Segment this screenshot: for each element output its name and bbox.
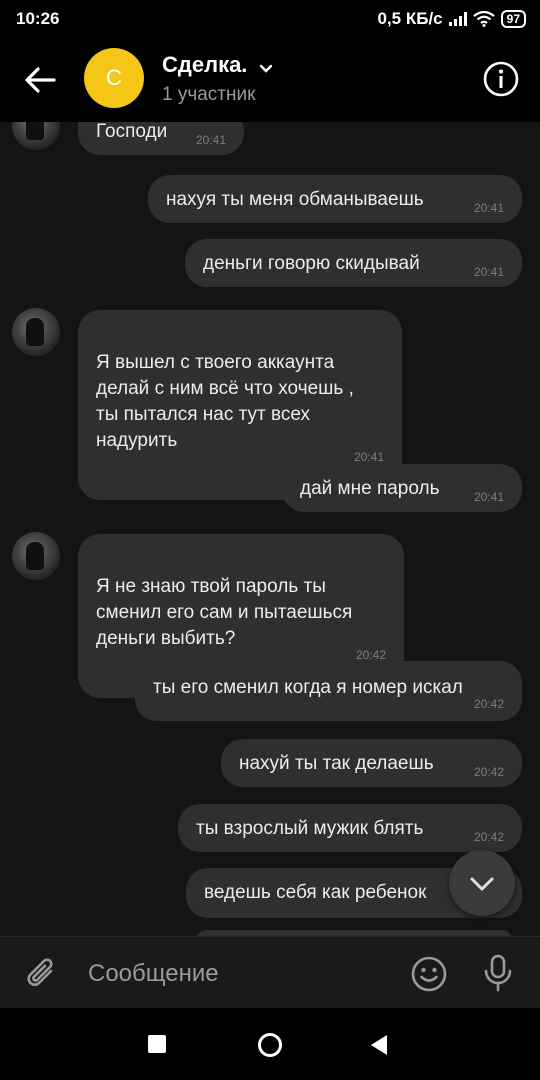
message-text: деньги говорю скидывай	[203, 253, 420, 274]
message-bubble[interactable]: ты его сменил когда я номер искал 20:42	[135, 661, 522, 721]
message-time: 20:42	[473, 830, 504, 844]
scroll-down-button[interactable]	[449, 850, 515, 916]
message-text: Я не знаю твой пароль ты сменил его сам …	[96, 576, 353, 649]
message-time: 20:41	[473, 490, 504, 504]
message-text: ты его сменил когда я номер искал	[153, 677, 463, 698]
chevron-down-icon	[259, 64, 273, 73]
back-triangle-icon[interactable]	[368, 1033, 390, 1057]
microphone-icon[interactable]	[480, 953, 516, 993]
message-time: 20:42	[355, 648, 386, 662]
message-time: 20:41	[473, 201, 504, 215]
message-text: Господи	[96, 122, 168, 142]
recents-icon[interactable]	[148, 1035, 166, 1053]
message-text: Я вышел с твоего аккаунта делай с ним вс…	[96, 352, 354, 451]
message-bubble[interactable]: Господи 20:41	[78, 122, 244, 155]
status-right: 0,5 КБ/с 97	[377, 9, 526, 29]
message-text: дай мне пароль	[300, 478, 440, 499]
sender-avatar[interactable]	[12, 308, 60, 356]
message-time: 20:42	[473, 697, 504, 711]
message-text: ты взрослый мужик блять	[196, 818, 424, 839]
message-time: 20:41	[195, 133, 226, 147]
signal-icon	[448, 12, 467, 26]
chat-avatar[interactable]: С	[84, 48, 144, 108]
composer	[0, 936, 540, 1009]
paperclip-icon[interactable]	[24, 955, 60, 991]
chat-participants: 1 участник	[162, 84, 256, 105]
status-bar: 10:26 0,5 КБ/с 97	[0, 0, 540, 38]
message-list[interactable]: Господи 20:41 нахуя ты меня обманываешь …	[0, 122, 540, 936]
message-bubble[interactable]: дай мне пароль 20:41	[282, 464, 522, 512]
message-bubble[interactable]: деньги говорю скидывай 20:41	[185, 239, 522, 287]
status-time: 10:26	[16, 9, 60, 28]
system-nav-bar	[0, 1008, 540, 1080]
sender-avatar[interactable]	[12, 532, 60, 580]
message-text: нахуй ты так делаешь	[239, 753, 434, 774]
message-bubble[interactable]: ты взрослый мужик блять 20:42	[178, 804, 522, 852]
arrow-left-icon[interactable]	[20, 60, 60, 100]
chevron-down-icon	[470, 877, 494, 891]
sender-avatar[interactable]	[12, 122, 60, 150]
chat-header: С Сделка. 1 участник	[0, 38, 540, 122]
chat-title-area[interactable]: Сделка. 1 участник	[162, 52, 274, 106]
message-text: нахуя ты меня обманываешь	[166, 189, 424, 210]
message-bubble[interactable]: нахуй ты так делаешь 20:42	[221, 739, 522, 787]
home-icon[interactable]	[257, 1032, 283, 1058]
message-time: 20:42	[473, 765, 504, 779]
battery-icon: 97	[500, 10, 526, 28]
message-bubble[interactable]: нахуя ты меня обманываешь 20:41	[148, 175, 522, 223]
wifi-icon	[472, 11, 495, 27]
message-time: 20:41	[353, 450, 384, 464]
network-speed: 0,5 КБ/с	[377, 9, 443, 28]
chat-title: Сделка.	[162, 52, 248, 77]
message-text: ведешь себя как ребенок	[204, 882, 427, 903]
message-input[interactable]	[86, 957, 390, 991]
emoji-icon[interactable]	[410, 955, 448, 993]
info-icon[interactable]	[482, 60, 520, 98]
message-time: 20:41	[473, 265, 504, 279]
